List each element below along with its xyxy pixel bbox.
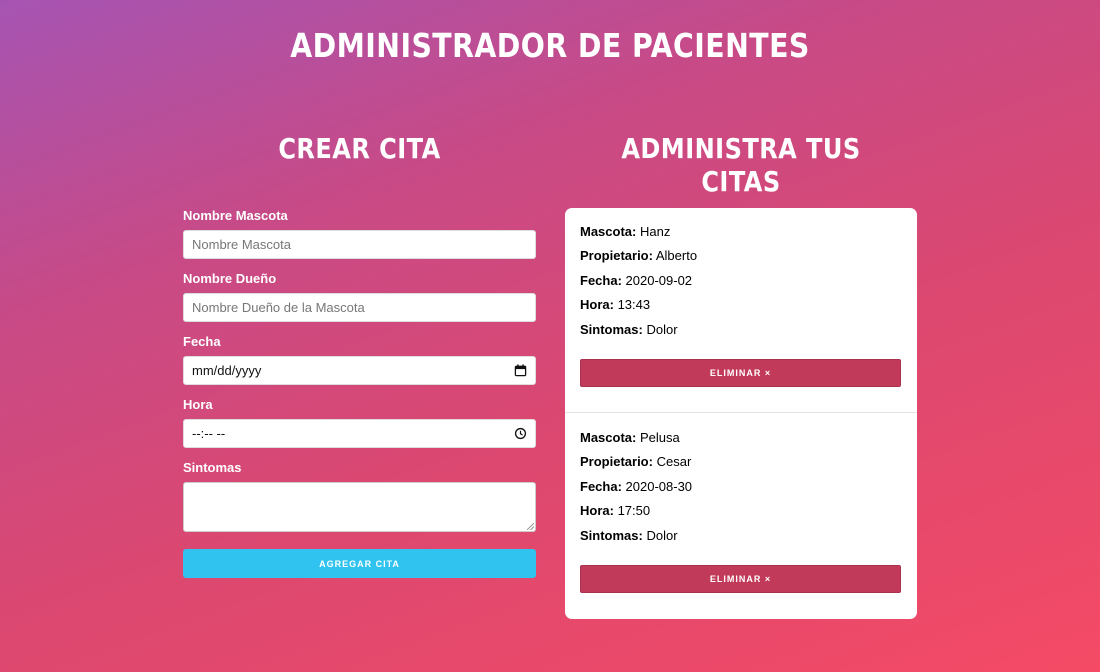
fecha-value: 2020-09-02 [625,272,693,288]
mascota-value: Hanz [639,224,671,239]
sintomas-value: Dolor [646,527,678,543]
fecha-value: 2020-08-30 [625,478,693,494]
sintomas-textarea[interactable] [183,482,536,532]
propietario-value: Alberto [655,248,698,264]
mascota-label: Mascota: [580,224,637,239]
sintomas-label: Sintomas: [580,527,643,543]
nombre-mascota-label: Nombre Mascota [183,208,288,223]
sintomas-label: Sintomas: [580,321,643,337]
cita-hora: Hora: 17:50 [580,503,902,518]
hora-value: 17:50 [617,503,651,519]
cita-card: Mascota: Hanz Propietario: Alberto Fecha… [565,208,917,412]
resize-handle-icon[interactable] [527,523,534,530]
nombre-dueno-placeholder: Nombre Dueño de la Mascota [192,300,365,315]
cita-propietario: Propietario: Alberto [580,248,902,263]
cita-sintomas: Sintomas: Dolor [580,528,902,543]
page-title: ADMINISTRADOR DE PACIENTES [290,26,810,65]
fecha-input[interactable]: mm/dd/yyyy [183,356,536,385]
eliminar-button[interactable]: ELIMINAR × [580,358,901,387]
hora-value: 13:43 [617,297,651,313]
crear-cita-form: Nombre Mascota Nombre Mascota Nombre Due… [183,208,536,578]
citas-list: Mascota: Hanz Propietario: Alberto Fecha… [565,208,917,619]
agregar-cita-button[interactable]: AGREGAR CITA [183,549,536,578]
eliminar-button[interactable]: ELIMINAR × [580,564,901,593]
form-title: CREAR CITA [278,132,441,165]
nombre-dueno-label: Nombre Dueño [183,271,277,286]
nombre-mascota-input[interactable]: Nombre Mascota [183,230,536,259]
cita-mascota: Mascota: Hanz [580,224,902,239]
fecha-label: Fecha: [580,272,622,288]
nombre-mascota-placeholder: Nombre Mascota [192,237,291,252]
cita-hora: Hora: 13:43 [580,297,902,312]
cita-sintomas: Sintomas: Dolor [580,322,902,337]
hora-label: Hora [183,397,213,412]
sintomas-label: Sintomas [183,460,242,475]
cita-card: Mascota: Pelusa Propietario: Cesar Fecha… [565,412,917,618]
hora-label: Hora: [580,503,614,519]
sintomas-value: Dolor [646,321,678,337]
calendar-icon[interactable] [514,364,527,377]
fecha-label: Fecha [183,334,221,349]
cita-fecha: Fecha: 2020-09-02 [580,273,902,288]
mascota-value: Pelusa [639,430,680,445]
hora-placeholder: --:-- -- [192,426,226,441]
nombre-dueno-input[interactable]: Nombre Dueño de la Mascota [183,293,536,322]
citas-title: ADMINISTRA TUS CITAS [621,132,861,198]
hora-input[interactable]: --:-- -- [183,419,536,448]
mascota-label: Mascota: [580,430,637,445]
hora-label: Hora: [580,297,614,313]
cita-propietario: Propietario: Cesar [580,454,902,469]
propietario-value: Cesar [656,454,692,470]
fecha-placeholder: mm/dd/yyyy [192,363,262,378]
propietario-label: Propietario: [580,248,653,264]
cita-mascota: Mascota: Pelusa [580,430,902,445]
propietario-label: Propietario: [580,454,653,470]
fecha-label: Fecha: [580,478,622,494]
cita-fecha: Fecha: 2020-08-30 [580,479,902,494]
clock-icon[interactable] [514,427,527,440]
